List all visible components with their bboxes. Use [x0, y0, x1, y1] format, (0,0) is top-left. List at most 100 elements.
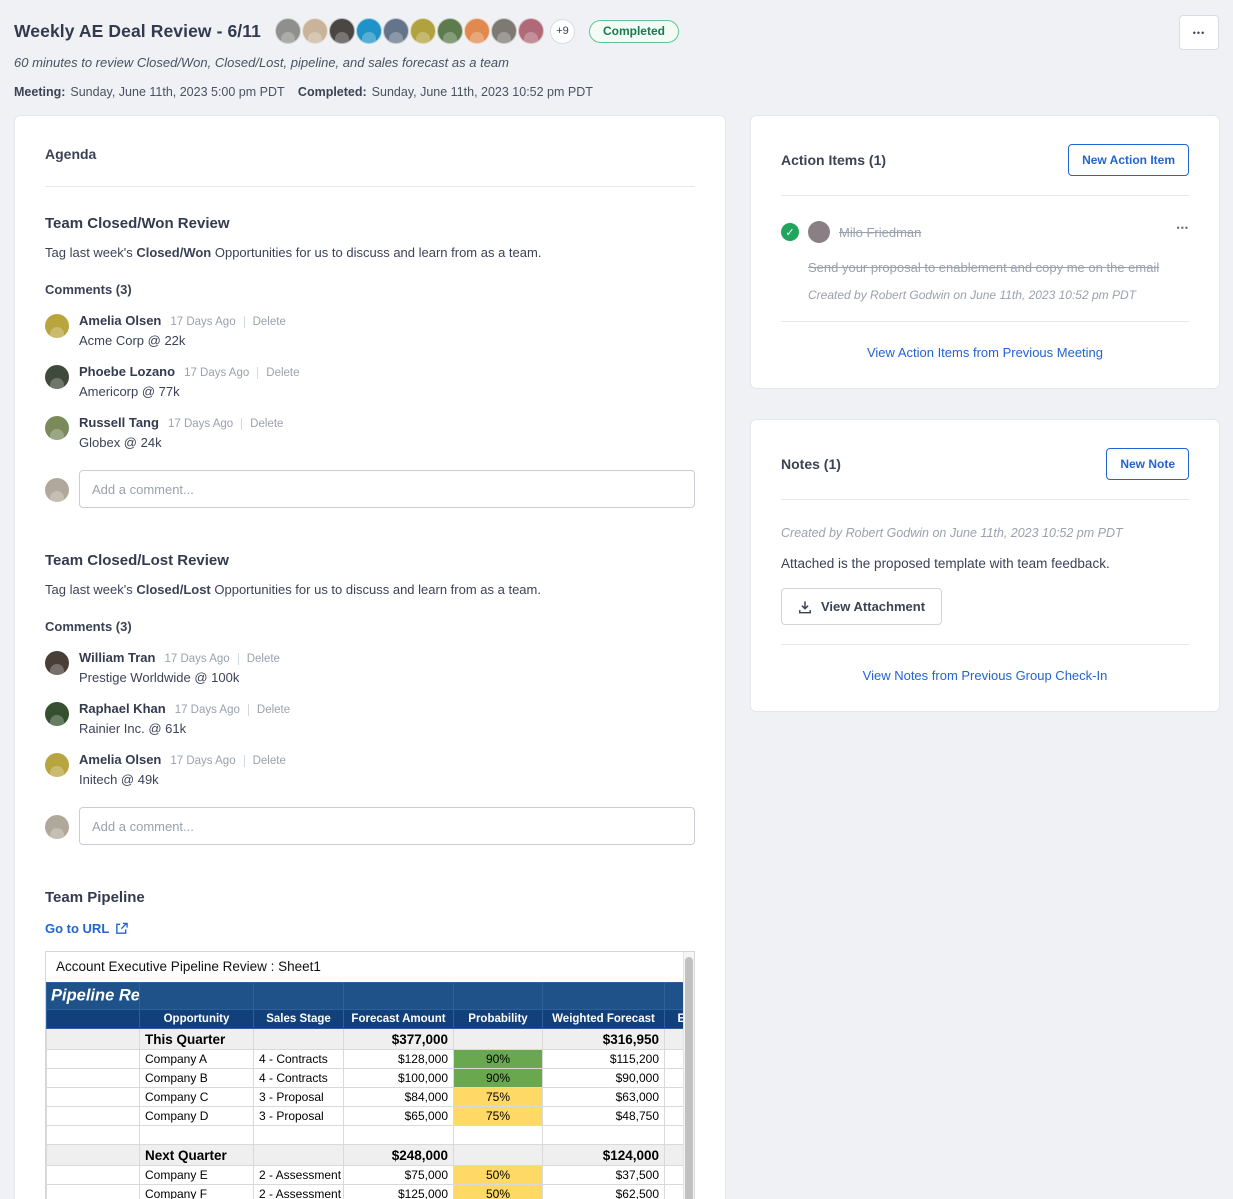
sheet-cell: Company F	[139, 1184, 254, 1199]
participant-avatar[interactable]	[490, 18, 517, 44]
comment: Amelia Olsen 17 Days Ago Delete Initech …	[45, 752, 695, 787]
sheet-cell: This Quarter	[139, 1028, 254, 1050]
sheet-cell: 50%	[453, 1165, 543, 1185]
view-previous-action-items-link[interactable]: View Action Items from Previous Meeting	[781, 345, 1189, 360]
sheet-banner-cell: Pipeline Review	[46, 982, 140, 1010]
sheet-cell	[453, 1125, 543, 1145]
sheet-banner-title: Pipeline Review	[51, 986, 140, 1005]
sheet-cell: 2 - Assessment	[253, 1184, 344, 1199]
comments-count-label: Comments (3)	[45, 282, 132, 297]
comment: Raphael Khan 17 Days Ago Delete Rainier …	[45, 701, 695, 736]
more-icon: •••	[1192, 27, 1206, 38]
sheet-cell	[253, 1144, 344, 1166]
action-item-assignee: Milo Friedman	[839, 224, 922, 240]
action-item-created: Created by Robert Godwin on June 11th, 2…	[808, 288, 1136, 302]
sheet-cell	[453, 1144, 543, 1166]
comment-composer	[45, 470, 695, 508]
sheet-cell	[46, 1087, 140, 1107]
sheet-cell	[46, 1184, 140, 1199]
participant-avatar[interactable]	[409, 18, 436, 44]
new-note-button[interactable]: New Note	[1106, 448, 1189, 480]
sheet-cell	[46, 1106, 140, 1126]
sheet-cell: $65,000	[343, 1106, 454, 1126]
comment-text: Americorp @ 77k	[79, 384, 180, 399]
comment: Phoebe Lozano 17 Days Ago Delete Americo…	[45, 364, 695, 399]
participant-avatar[interactable]	[355, 18, 382, 44]
comment-text: Rainier Inc. @ 61k	[79, 721, 187, 736]
participant-avatar[interactable]	[328, 18, 355, 44]
new-action-item-button[interactable]: New Action Item	[1068, 144, 1189, 176]
section-title: Team Pipeline	[45, 889, 145, 906]
sheet-column-header: Opportunity	[139, 1009, 254, 1029]
spreadsheet-scrollbar[interactable]	[683, 952, 694, 1199]
download-icon	[799, 600, 811, 613]
comment-delete-link[interactable]: Delete	[247, 704, 290, 716]
sheet-cell: $124,000	[542, 1144, 665, 1166]
sheet-cell: 3 - Proposal	[253, 1106, 344, 1126]
spreadsheet-title: Account Executive Pipeline Review : Shee…	[56, 959, 321, 974]
sheet-cell: 2 - Assessment	[253, 1165, 344, 1185]
participant-avatar[interactable]	[382, 18, 409, 44]
scrollbar-thumb[interactable]	[685, 957, 693, 1199]
comment-text: Globex @ 24k	[79, 435, 162, 450]
external-link-icon	[116, 922, 129, 934]
sheet-cell: $84,000	[343, 1087, 454, 1107]
action-item-more-button[interactable]: •••	[1177, 223, 1189, 233]
comment-text: Acme Corp @ 22k	[79, 333, 186, 348]
comment-delete-link[interactable]: Delete	[241, 418, 283, 430]
sheet-cell	[46, 1125, 140, 1145]
comment-delete-link[interactable]: Delete	[243, 755, 286, 767]
complete-check-icon[interactable]: ✓	[781, 223, 799, 241]
comment-delete-link[interactable]: Delete	[257, 367, 300, 379]
comment-timestamp: 17 Days Ago	[174, 704, 240, 716]
divider	[781, 644, 1189, 645]
sheet-cell: $75,000	[343, 1165, 454, 1185]
agenda-title: Agenda	[45, 146, 97, 162]
action-items-card: Action Items (1) New Action Item ✓ Milo …	[750, 115, 1220, 389]
page-header: Weekly AE Deal Review - 6/11 +9 Complete…	[0, 0, 1233, 99]
sheet-cell: $248,000	[343, 1144, 454, 1166]
sheet-cell: Company D	[139, 1106, 254, 1126]
participants-overflow-badge[interactable]: +9	[549, 18, 575, 44]
participant-avatar[interactable]	[517, 18, 544, 44]
page-title: Weekly AE Deal Review - 6/11	[14, 20, 261, 41]
sheet-cell: 90%	[453, 1049, 543, 1069]
sheet-column-header: Weighted Forecast	[542, 1009, 665, 1029]
sheet-cell: Company E	[139, 1165, 254, 1185]
view-previous-notes-link[interactable]: View Notes from Previous Group Check-In	[781, 668, 1189, 683]
avatar	[45, 477, 69, 502]
sheet-banner-cell	[139, 982, 254, 1010]
sheet-cell	[46, 1068, 140, 1088]
sheet-cell: $316,950	[542, 1028, 665, 1050]
sheet-cell: Next Quarter	[139, 1144, 254, 1166]
meeting-description: 60 minutes to review Closed/Won, Closed/…	[14, 55, 509, 70]
comment-input[interactable]	[79, 807, 695, 845]
comment-delete-link[interactable]: Delete	[237, 653, 280, 665]
sheet-cell: $62,500	[542, 1184, 665, 1199]
section-team-pipeline: Team Pipeline Go to URL Account Executiv…	[45, 889, 695, 1199]
view-attachment-button[interactable]: View Attachment	[781, 588, 943, 625]
agenda-card: Agenda Team Closed/Won Review Tag last w…	[14, 115, 726, 1199]
header-more-button[interactable]: •••	[1179, 15, 1219, 50]
participant-avatar[interactable]	[274, 18, 301, 44]
sheet-cell: 50%	[453, 1184, 543, 1199]
sheet-cell	[139, 1125, 254, 1145]
comment-text: Prestige Worldwide @ 100k	[79, 670, 240, 685]
participant-avatar[interactable]	[301, 18, 328, 44]
participant-avatar[interactable]	[463, 18, 490, 44]
participant-avatar[interactable]	[436, 18, 463, 44]
divider	[781, 499, 1189, 500]
comment-timestamp: 17 Days Ago	[170, 755, 236, 767]
divider	[781, 321, 1189, 322]
divider	[45, 186, 695, 187]
section-title: Team Closed/Won Review	[45, 215, 230, 232]
comment-input[interactable]	[79, 470, 695, 508]
go-to-url-link[interactable]: Go to URL	[45, 921, 129, 936]
comment-delete-link[interactable]: Delete	[243, 316, 286, 328]
section-closed-lost: Team Closed/Lost Review Tag last week's …	[45, 552, 695, 845]
meeting-time: Sunday, June 11th, 2023 5:00 pm PDT	[70, 85, 285, 99]
pipeline-table: Pipeline Review OpportunitySales StageFor…	[46, 982, 694, 1199]
sheet-cell: 3 - Proposal	[253, 1087, 344, 1107]
comment-timestamp: 17 Days Ago	[164, 653, 230, 665]
sheet-column-header: Probability	[453, 1009, 543, 1029]
